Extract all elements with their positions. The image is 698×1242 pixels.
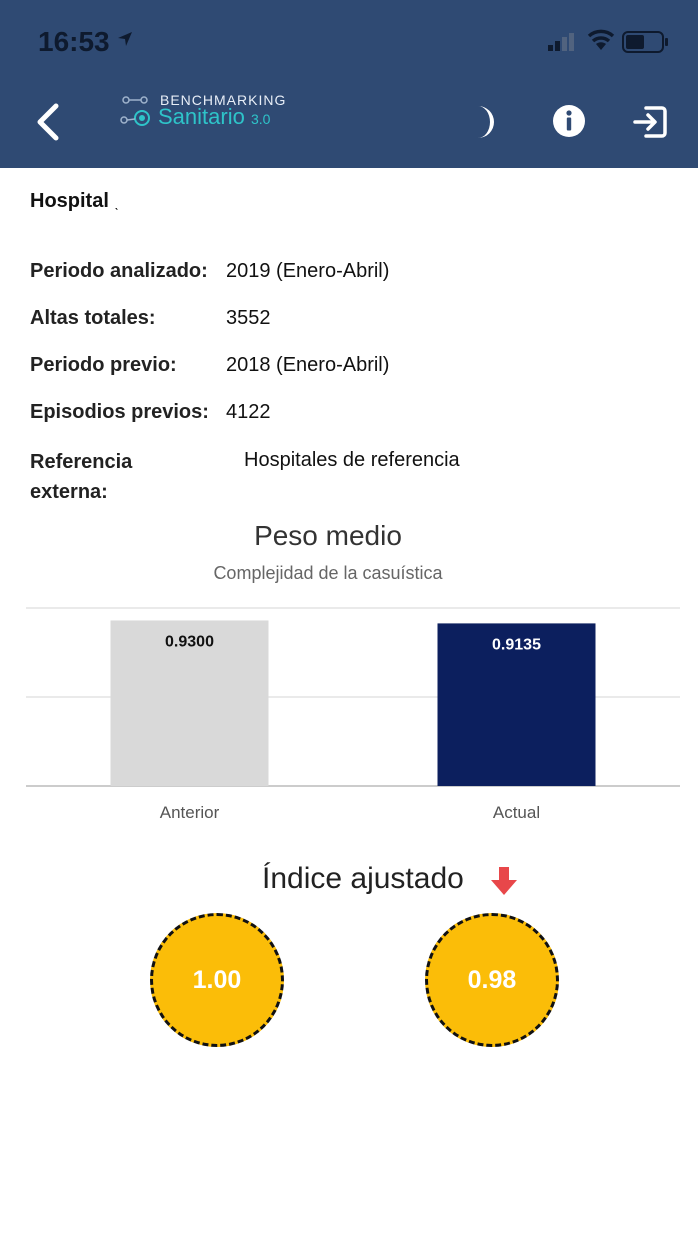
- index-circle-actual: 0.98: [425, 913, 559, 1047]
- arrow-down-icon: [491, 867, 517, 895]
- altas-totales-label: Altas totales:: [30, 307, 156, 329]
- hospital-title: Hospital ˎ: [30, 190, 119, 213]
- bar-chart: 0.9300 Anterior 0.9135 Actual: [26, 607, 680, 822]
- chart-subtitle: Complejidad de la casuística: [213, 563, 443, 583]
- logo-version: 3.0: [250, 111, 271, 127]
- chart-title: Peso medio: [254, 520, 402, 551]
- chart-data-label: 0.9135: [492, 636, 541, 653]
- referencia-externa-value: Hospitales de referencia: [244, 449, 460, 471]
- wifi-icon: [587, 29, 615, 50]
- episodios-previos-value: 4122: [226, 401, 271, 423]
- referencia-externa-label: Referencia externa:: [30, 447, 230, 507]
- periodo-analizado-value: 2019 (Enero-Abril): [226, 260, 390, 282]
- periodo-analizado-label: Periodo analizado:: [30, 260, 208, 282]
- signal-icon: [548, 33, 574, 51]
- chart-category-label: Actual: [493, 803, 540, 822]
- logo-mark-icon: [120, 96, 150, 126]
- status-time: 16:53: [38, 26, 110, 57]
- moon-icon[interactable]: [470, 102, 504, 142]
- index-value-actual: 0.98: [467, 965, 517, 994]
- referencia-label-line2: externa:: [30, 481, 108, 503]
- index-title: Índice ajustado: [262, 862, 464, 895]
- periodo-previo-label: Periodo previo:: [30, 354, 177, 376]
- chart-data-label: 0.9300: [165, 633, 214, 650]
- top-bar: 16:53 BENCHMARKING Sanitario 3.0: [0, 0, 698, 168]
- info-icon[interactable]: [552, 104, 586, 138]
- index-value-anterior: 1.00: [192, 965, 242, 994]
- episodios-previos-label: Episodios previos:: [30, 401, 209, 423]
- index-circle-anterior: 1.00: [150, 913, 284, 1047]
- periodo-previo-value: 2018 (Enero-Abril): [226, 354, 390, 376]
- battery-icon: [622, 31, 668, 53]
- chart-category-label: Anterior: [160, 803, 220, 822]
- back-icon[interactable]: [30, 100, 66, 144]
- logo-name: Sanitario: [158, 104, 245, 129]
- referencia-label-line1: Referencia: [30, 451, 133, 473]
- hospital-label: Hospital: [30, 190, 109, 212]
- app-logo: BENCHMARKING Sanitario 3.0: [118, 90, 298, 134]
- logo-text-bottom: Sanitario 3.0: [158, 104, 270, 130]
- location-arrow-icon: [118, 32, 132, 46]
- exit-icon[interactable]: [632, 104, 668, 140]
- hospital-mark: ˎ: [114, 194, 120, 210]
- altas-totales-value: 3552: [226, 307, 271, 329]
